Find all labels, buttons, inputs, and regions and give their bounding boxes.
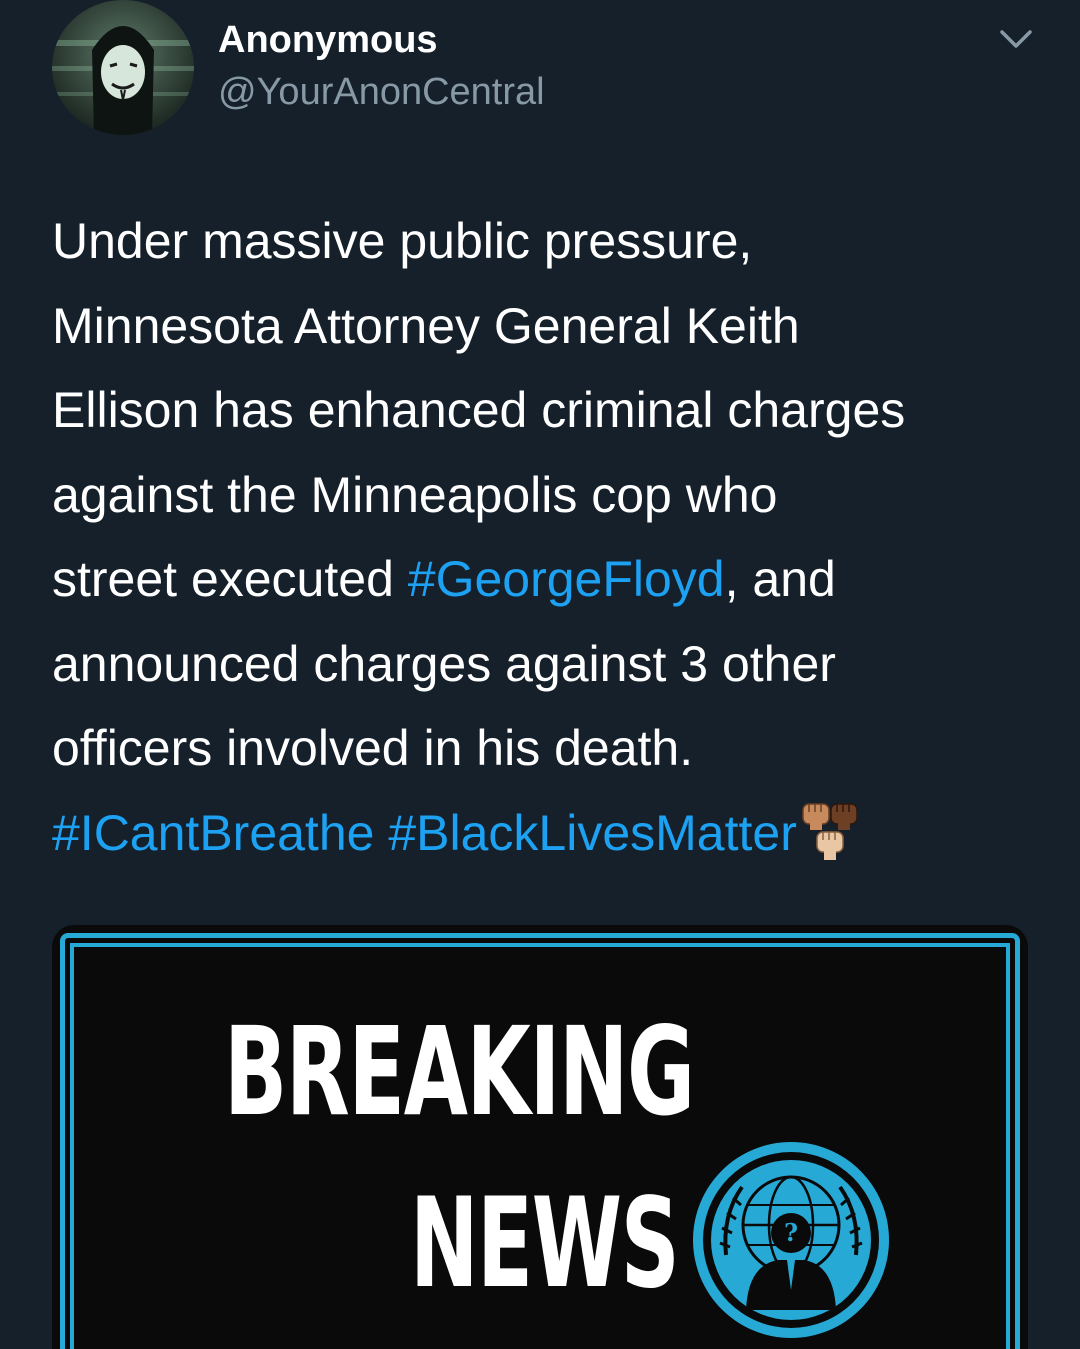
hashtag-link[interactable]: #GeorgeFloyd [408, 551, 725, 607]
display-name[interactable]: Anonymous [218, 16, 438, 64]
hashtag-link[interactable]: #ICantBreathe [52, 805, 374, 861]
tweet-line: Under massive public pressure, [52, 199, 1042, 284]
text-segment: street executed [52, 551, 408, 607]
user-handle[interactable]: @YourAnonCentral [218, 68, 545, 116]
text-segment: officers involved in his death. [52, 720, 694, 776]
masked-person-icon [52, 0, 194, 135]
tweet-line: street executed #GeorgeFloyd, and [52, 537, 1042, 622]
media-image[interactable]: BREAKING NEWS ? [52, 925, 1028, 1349]
raised-fists-icon [799, 798, 863, 864]
tweet-text: Under massive public pressure, Minnesota… [52, 199, 1042, 875]
avatar[interactable] [52, 0, 194, 135]
tweet-line: officers involved in his death. [52, 706, 1042, 791]
hashtag-link[interactable]: #BlackLivesMatter [388, 805, 797, 861]
text-segment: Minnesota Attorney General Keith [52, 297, 800, 354]
breaking-headline: BREAKING [224, 1001, 695, 1143]
text-segment: against the Minneapolis cop who [52, 466, 778, 523]
tweet-detail: Anonymous @YourAnonCentral Under massive… [0, 0, 1080, 1349]
tweet-line: announced charges against 3 other [52, 622, 1042, 707]
tweet-line: #ICantBreathe #BlackLivesMatter [52, 791, 1042, 876]
text-segment: , and [724, 551, 836, 607]
logo-question-mark: ? [784, 1218, 798, 1247]
text-segment: Under massive public pressure, [52, 213, 753, 269]
text-segment [374, 805, 388, 861]
tweet-line: against the Minneapolis cop who [52, 453, 1042, 538]
tweet-line: Minnesota Attorney General Keith [52, 284, 1042, 369]
text-segment: Ellison has enhanced criminal charges [52, 382, 906, 438]
chevron-down-icon[interactable] [996, 26, 1036, 52]
text-segment: announced charges against 3 other [52, 635, 836, 692]
news-headline: NEWS [410, 1172, 680, 1316]
tweet-line: Ellison has enhanced criminal charges [52, 368, 1042, 453]
anonymous-logo-icon: ? [686, 1135, 896, 1345]
